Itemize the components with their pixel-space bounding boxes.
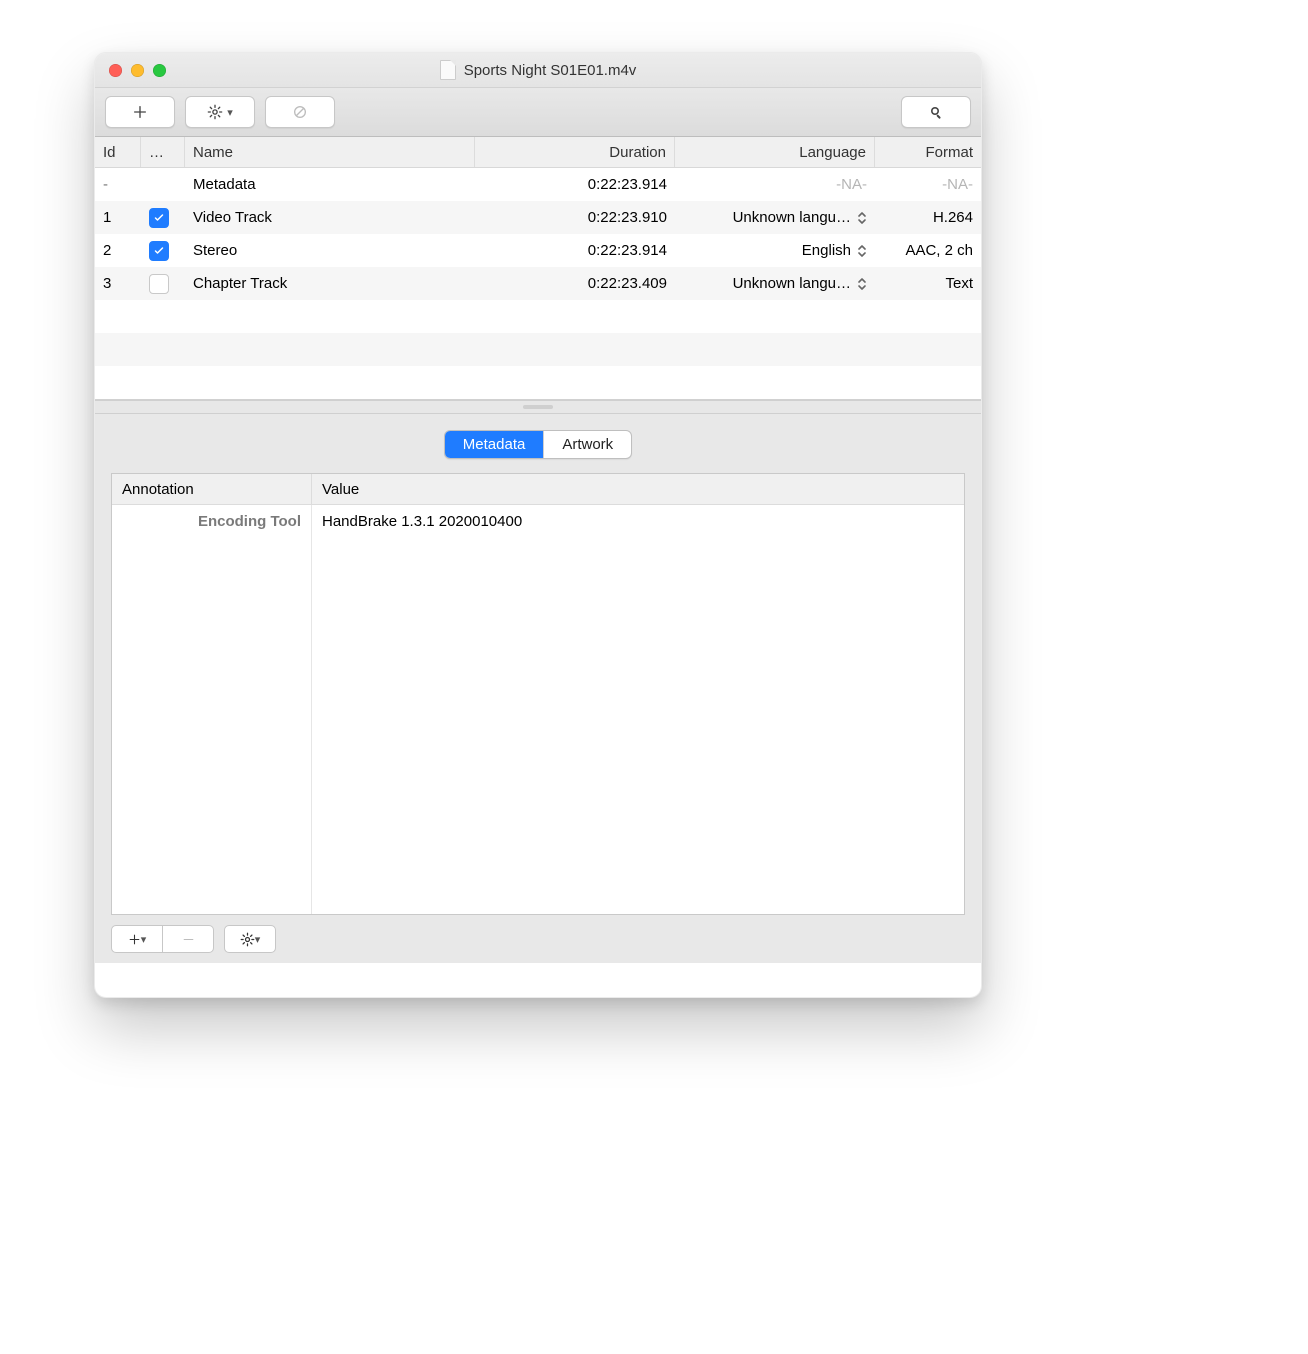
table-row[interactable]: 2 Stereo 0:22:23.914 English AAC, 2 ch <box>95 234 981 267</box>
no-entry-icon <box>292 104 308 120</box>
gear-icon <box>207 104 223 120</box>
chevron-down-icon: ▾ <box>141 933 147 946</box>
cell-duration: 0:22:23.914 <box>475 242 675 259</box>
cell-name: Stereo <box>185 242 475 259</box>
cell-duration: 0:22:23.409 <box>475 275 675 292</box>
detail-tabs: Metadata Artwork <box>111 430 965 459</box>
cell-id: 3 <box>95 275 141 292</box>
col-language[interactable]: Language <box>675 137 875 167</box>
col-value[interactable]: Value <box>312 474 964 504</box>
cell-duration: 0:22:23.914 <box>475 176 675 193</box>
cell-format: H.264 <box>875 209 981 226</box>
metadata-table: Annotation Value Encoding Tool HandBrake… <box>111 473 965 915</box>
pane-splitter[interactable] <box>95 400 981 414</box>
col-enabled[interactable]: … <box>141 137 185 167</box>
search-icon <box>928 104 944 120</box>
enabled-checkbox[interactable] <box>149 274 169 294</box>
add-remove-group: ▾ <box>111 925 214 953</box>
table-row[interactable]: 3 Chapter Track 0:22:23.409 Unknown lang… <box>95 267 981 300</box>
plus-icon <box>132 104 148 120</box>
stepper-icon <box>857 276 867 292</box>
cell-enabled <box>141 241 185 261</box>
grip-icon <box>523 405 553 409</box>
cell-id: 2 <box>95 242 141 259</box>
cancel-button[interactable] <box>265 96 335 128</box>
empty-rows <box>95 300 981 399</box>
remove-metadata-button[interactable] <box>163 925 214 953</box>
minus-icon <box>182 933 195 946</box>
zoom-window-button[interactable] <box>153 64 166 77</box>
cell-language: -NA- <box>675 176 875 193</box>
language-popup[interactable]: Unknown langu… <box>675 209 875 226</box>
titlebar: Sports Night S01E01.m4v <box>95 53 981 88</box>
metadata-header-row: Annotation Value <box>112 474 964 505</box>
cell-language: Unknown langu… <box>733 275 851 292</box>
cell-language: English <box>802 242 851 259</box>
metadata-toolbar: ▾ ▾ <box>111 925 965 953</box>
detail-panel: Metadata Artwork Annotation Value Encodi… <box>95 414 981 963</box>
metadata-action-menu[interactable]: ▾ <box>224 925 276 953</box>
cell-name: Metadata <box>185 176 475 193</box>
app-window: Sports Night S01E01.m4v ▾ Id … Name Dura… <box>94 52 982 998</box>
action-menu-button[interactable]: ▾ <box>185 96 255 128</box>
cell-enabled <box>141 274 185 294</box>
document-icon <box>440 60 456 80</box>
stepper-icon <box>857 243 867 259</box>
stepper-icon <box>857 210 867 226</box>
cell-duration: 0:22:23.910 <box>475 209 675 226</box>
col-annotation[interactable]: Annotation <box>112 474 312 504</box>
metadata-body: Encoding Tool HandBrake 1.3.1 2020010400 <box>112 505 964 914</box>
cell-format: Text <box>875 275 981 292</box>
close-window-button[interactable] <box>109 64 122 77</box>
add-track-button[interactable] <box>105 96 175 128</box>
chevron-down-icon: ▾ <box>227 106 233 119</box>
window-title: Sports Night S01E01.m4v <box>95 60 981 80</box>
tab-metadata[interactable]: Metadata <box>445 431 544 458</box>
annotation-key: Encoding Tool <box>112 505 312 538</box>
window-controls <box>95 64 166 77</box>
chevron-down-icon: ▾ <box>255 933 261 946</box>
plus-icon <box>128 933 141 946</box>
cell-name: Chapter Track <box>185 275 475 292</box>
window-title-text: Sports Night S01E01.m4v <box>464 62 637 79</box>
search-button[interactable] <box>901 96 971 128</box>
enabled-checkbox[interactable] <box>149 241 169 261</box>
tracks-table: Id … Name Duration Language Format - Met… <box>95 137 981 400</box>
annotation-value: HandBrake 1.3.1 2020010400 <box>312 505 964 538</box>
cell-format: AAC, 2 ch <box>875 242 981 259</box>
tab-artwork[interactable]: Artwork <box>543 431 631 458</box>
cell-language: Unknown langu… <box>733 209 851 226</box>
tracks-header-row: Id … Name Duration Language Format <box>95 137 981 168</box>
add-metadata-button[interactable]: ▾ <box>111 925 163 953</box>
table-row[interactable]: 1 Video Track 0:22:23.910 Unknown langu…… <box>95 201 981 234</box>
enabled-checkbox[interactable] <box>149 208 169 228</box>
cell-id: - <box>95 176 141 193</box>
minimize-window-button[interactable] <box>131 64 144 77</box>
cell-name: Video Track <box>185 209 475 226</box>
language-popup[interactable]: Unknown langu… <box>675 275 875 292</box>
table-row[interactable]: - Metadata 0:22:23.914 -NA- -NA- <box>95 168 981 201</box>
language-popup[interactable]: English <box>675 242 875 259</box>
segmented-control: Metadata Artwork <box>444 430 632 459</box>
col-name[interactable]: Name <box>185 137 475 167</box>
gear-icon <box>240 932 255 947</box>
col-id[interactable]: Id <box>95 137 141 167</box>
col-duration[interactable]: Duration <box>475 137 675 167</box>
cell-enabled <box>141 208 185 228</box>
col-format[interactable]: Format <box>875 137 981 167</box>
cell-format: -NA- <box>875 176 981 193</box>
toolbar: ▾ <box>95 88 981 137</box>
cell-id: 1 <box>95 209 141 226</box>
